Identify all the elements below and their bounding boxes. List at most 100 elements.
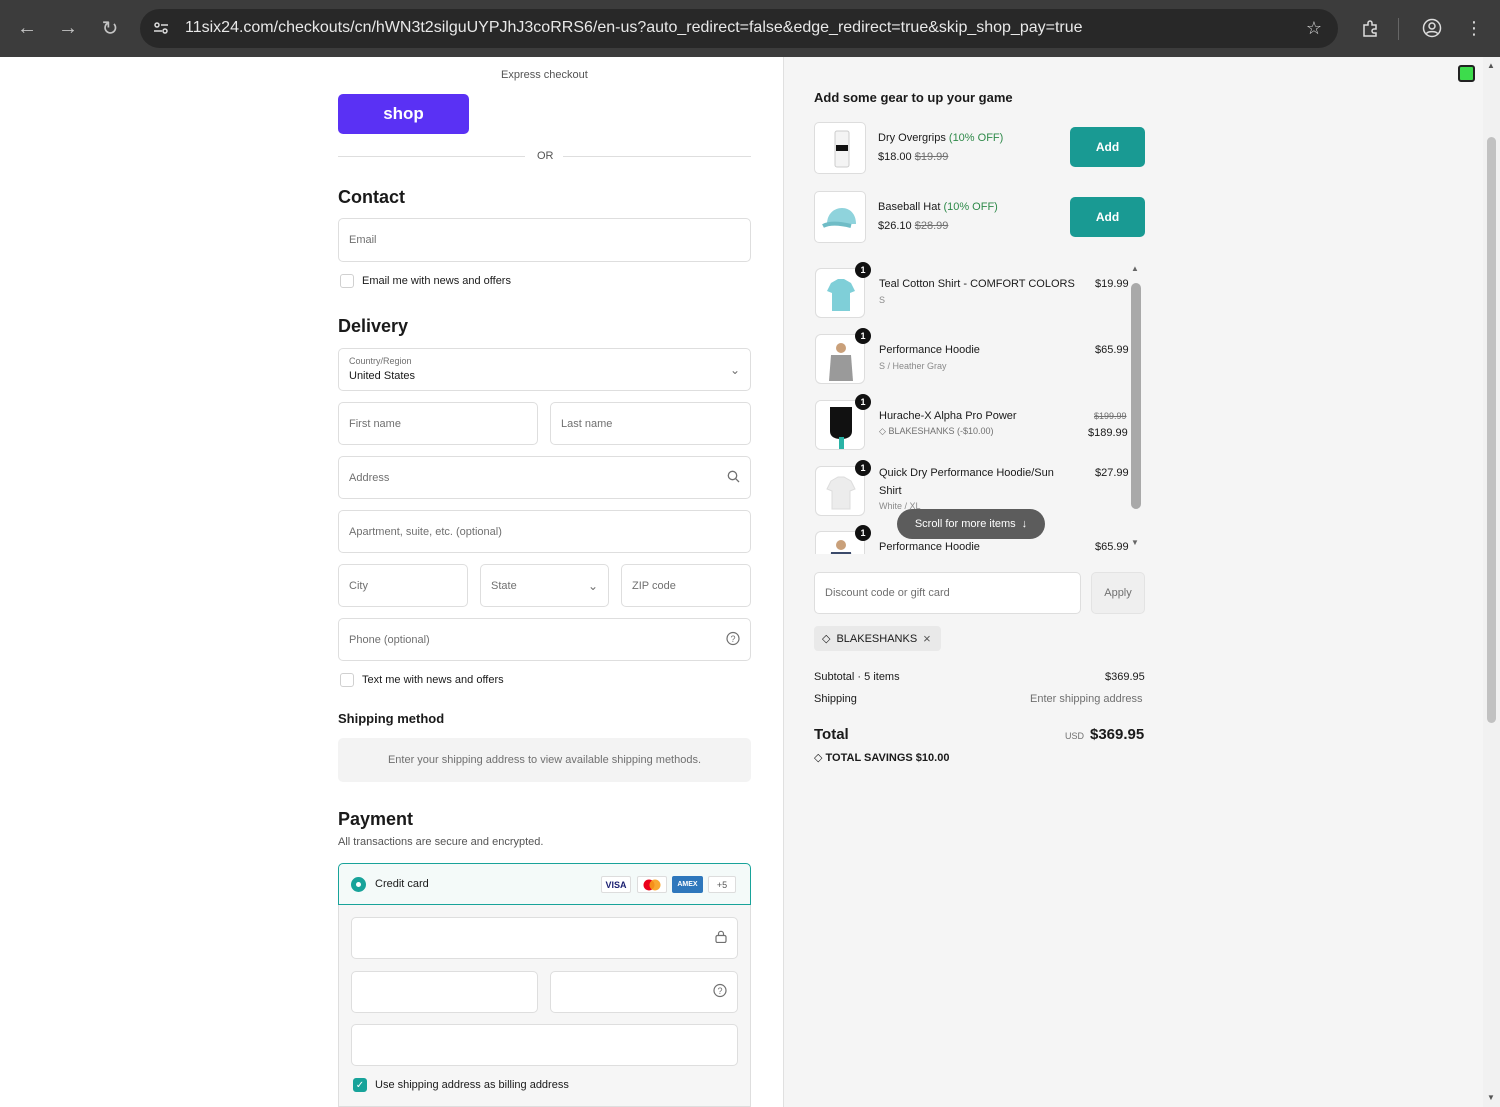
credit-card-form: ? ✓ Use shipping address as billing addr… [338, 905, 751, 1107]
or-divider-right [563, 156, 751, 157]
chevron-down-icon: ⌄ [729, 362, 740, 377]
state-select[interactable]: State ⌄ [480, 564, 609, 607]
dry-overgrips-image [814, 122, 866, 174]
cart-item-discount: BLAKESHANKS (-$10.00) [888, 426, 994, 436]
tag-icon: ◇ [822, 633, 831, 645]
list-scroll-down-icon[interactable]: ▼ [1131, 538, 1139, 547]
email-field[interactable]: Email [338, 218, 751, 262]
last-name-placeholder: Last name [561, 417, 613, 430]
toolbar-divider [1398, 18, 1399, 40]
tag-icon: ◇ [814, 752, 823, 764]
upsell-item-1-price: $18.00 [878, 151, 912, 163]
payment-title: Payment [338, 809, 414, 829]
last-name-field[interactable]: Last name [550, 402, 751, 445]
add-dry-overgrips-button[interactable]: Add [1070, 127, 1145, 167]
url-text: 11six24.com/checkouts/cn/hWN3t2silguUYPJ… [185, 19, 1083, 36]
shop-pay-button[interactable]: shop [338, 94, 469, 134]
security-code-field[interactable]: ? [550, 971, 738, 1013]
help-circle-icon[interactable]: ? [726, 631, 740, 648]
scroll-up-icon[interactable]: ▲ [1487, 61, 1495, 70]
credit-card-label: Credit card [375, 878, 429, 890]
cart-item-quantity: 1 [855, 460, 871, 476]
list-scroll-up-icon[interactable]: ▲ [1131, 264, 1139, 273]
scroll-down-icon[interactable]: ▼ [1487, 1093, 1495, 1102]
sms-checkbox[interactable] [340, 673, 354, 687]
contact-title: Contact [338, 187, 405, 207]
subtotal-label: Subtotal · 5 items [814, 671, 900, 683]
address-field[interactable]: Address [338, 456, 751, 499]
cart-item-name: Performance Hoodie [879, 541, 980, 553]
status-indicator [1458, 65, 1475, 82]
add-baseball-hat-button[interactable]: Add [1070, 197, 1145, 237]
help-circle-icon[interactable]: ? [713, 983, 727, 1001]
payment-subtitle: All transactions are secure and encrypte… [338, 836, 544, 848]
credit-card-radio[interactable] [351, 877, 366, 892]
upsell-item-1-title: Dry Overgrips [878, 132, 946, 144]
first-name-field[interactable]: First name [338, 402, 538, 445]
back-icon[interactable]: ← [13, 14, 41, 42]
apartment-field[interactable]: Apartment, suite, etc. (optional) [338, 510, 751, 553]
cart-item-price: $189.99 [1088, 427, 1128, 439]
cart-item-name: Quick Dry Performance Hoodie/Sun [879, 467, 1054, 479]
upsell-item-1-discount: (10% OFF) [948, 132, 1004, 144]
cart-item-price: $65.99 [1095, 541, 1129, 553]
expiration-field[interactable] [351, 971, 538, 1013]
billing-same-checkbox[interactable]: ✓ [353, 1078, 367, 1092]
svg-text:?: ? [717, 986, 722, 996]
shipping-method-notice: Enter your shipping address to view avai… [338, 738, 751, 782]
shipping-method-message: Enter your shipping address to view avai… [387, 754, 702, 766]
visa-logo: VISA [601, 876, 631, 893]
applied-code: BLAKESHANKS [836, 632, 918, 645]
upsell-item-1-prices: $18.00 $19.99 [878, 151, 948, 163]
newsletter-label: Email me with news and offers [362, 275, 511, 287]
country-value: United States [349, 370, 416, 382]
discount-code-field[interactable]: Discount code or gift card [814, 572, 1081, 614]
remove-discount-icon[interactable]: × [923, 631, 931, 646]
address-bar[interactable]: 11six24.com/checkouts/cn/hWN3t2silguUYPJ… [140, 9, 1338, 48]
mastercard-logo [637, 876, 667, 893]
profile-icon[interactable] [1420, 16, 1444, 40]
city-field[interactable]: City [338, 564, 468, 607]
country-select[interactable]: Country/Region United States ⌄ [338, 348, 751, 391]
email-placeholder: Email [349, 234, 377, 246]
address-placeholder: Address [349, 471, 390, 484]
search-icon [727, 470, 740, 486]
bookmark-star-icon[interactable]: ☆ [1306, 18, 1322, 39]
zip-field[interactable]: ZIP code [621, 564, 751, 607]
newsletter-checkbox[interactable] [340, 274, 354, 288]
menu-dots-icon[interactable]: ⋮ [1462, 16, 1486, 40]
first-name-placeholder: First name [349, 417, 401, 430]
shipping-label: Shipping [814, 693, 857, 705]
total-label: Total [814, 726, 849, 743]
cart-item-variant: S / Heather Gray [879, 361, 947, 371]
scroll-for-more-button[interactable]: Scroll for more items ↓ [897, 509, 1045, 539]
arrow-down-icon: ↓ [1021, 518, 1028, 530]
site-info-icon[interactable] [150, 17, 172, 39]
reload-icon[interactable]: ↻ [96, 14, 124, 42]
upsell-item-1-old-price: $19.99 [914, 151, 949, 163]
card-number-field[interactable] [351, 917, 738, 959]
phone-field[interactable]: Phone (optional) ? [338, 618, 751, 661]
cart-item-price: $19.99 [1095, 278, 1129, 290]
apply-discount-button[interactable]: Apply [1091, 572, 1145, 614]
page-scrollbar[interactable]: ▲ ▼ [1483, 57, 1500, 1107]
cart-item-old-price: $199.99 [1094, 411, 1127, 421]
forward-icon[interactable]: → [54, 14, 82, 42]
cart-list-scrollbar[interactable] [1131, 283, 1141, 509]
name-on-card-field[interactable] [351, 1024, 738, 1066]
cart-item-price: $27.99 [1095, 467, 1129, 479]
chevron-down-icon: ⌄ [587, 578, 598, 593]
or-divider-left [338, 156, 525, 157]
extensions-icon[interactable] [1358, 16, 1382, 40]
shipping-value: Enter shipping address [1030, 693, 1143, 705]
savings-value: $10.00 [915, 752, 950, 764]
cart-item-variant: S [879, 295, 886, 305]
shipping-method-title: Shipping method [338, 711, 445, 726]
cart-item-quantity: 1 [855, 262, 871, 278]
cart-item-quantity: 1 [855, 328, 871, 344]
checkout-form-panel: Express checkout shop OR Contact Email E… [0, 57, 783, 1107]
scrollbar-thumb[interactable] [1487, 137, 1496, 723]
upsell-item-2-prices: $26.10 $28.99 [878, 220, 948, 232]
credit-card-option[interactable]: Credit card VISA AMEX +5 [338, 863, 751, 905]
cart-item-price: $65.99 [1095, 344, 1129, 356]
